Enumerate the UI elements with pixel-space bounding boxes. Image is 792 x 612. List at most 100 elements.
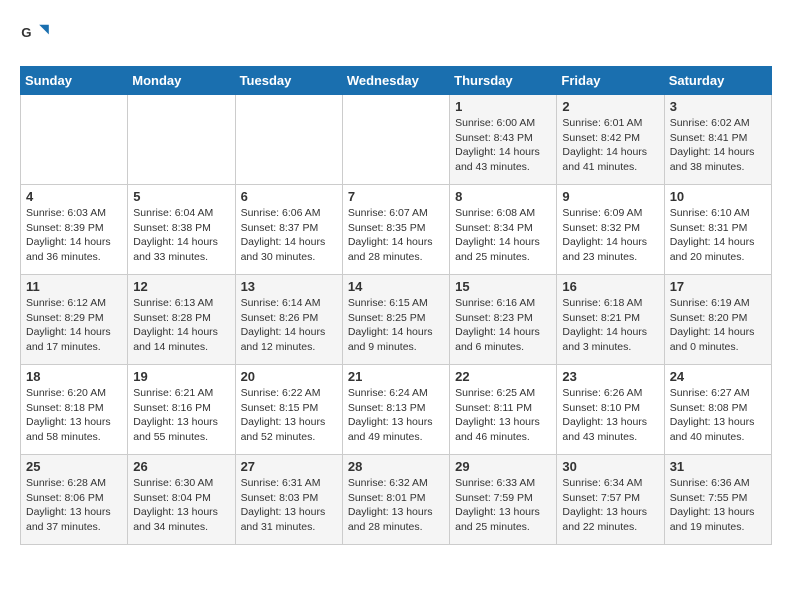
calendar-cell: 10 Sunrise: 6:10 AM Sunset: 8:31 PM Dayli… (664, 185, 771, 275)
header-day: Thursday (450, 67, 557, 95)
day-number: 27 (241, 459, 337, 474)
cell-content: Sunrise: 6:30 AM Sunset: 8:04 PM Dayligh… (133, 476, 229, 535)
cell-content: Sunrise: 6:01 AM Sunset: 8:42 PM Dayligh… (562, 116, 658, 175)
header-day: Monday (128, 67, 235, 95)
cell-content: Sunrise: 6:22 AM Sunset: 8:15 PM Dayligh… (241, 386, 337, 445)
calendar-cell: 23Sunrise: 6:26 AM Sunset: 8:10 PM Dayli… (557, 365, 664, 455)
cell-content: Sunrise: 6:33 AM Sunset: 7:59 PM Dayligh… (455, 476, 551, 535)
cell-content: Sunrise: 6:28 AM Sunset: 8:06 PM Dayligh… (26, 476, 122, 535)
calendar-cell: 18 Sunrise: 6:20 AM Sunset: 8:18 PM Dayli… (21, 365, 128, 455)
cell-content: Sunrise: 6:31 AM Sunset: 8:03 PM Dayligh… (241, 476, 337, 535)
calendar-cell: 8 Sunrise: 6:08 AM Sunset: 8:34 PM Daylig… (450, 185, 557, 275)
day-number: 23 (562, 369, 658, 384)
day-number: 24 (670, 369, 766, 384)
calendar-cell (128, 95, 235, 185)
day-number: 12 (133, 279, 229, 294)
calendar-cell: 17 Sunrise: 6:19 AM Sunset: 8:20 PM Dayli… (664, 275, 771, 365)
calendar-cell (21, 95, 128, 185)
cell-content: Sunrise: 6:36 AM Sunset: 7:55 PM Dayligh… (670, 476, 766, 535)
calendar-cell: 30 Sunrise: 6:34 AM Sunset: 7:57 PM Dayli… (557, 455, 664, 545)
day-number: 19 (133, 369, 229, 384)
calendar-week-row: 1 Sunrise: 6:00 AM Sunset: 8:43 PM Daylig… (21, 95, 772, 185)
header-day: Wednesday (342, 67, 449, 95)
header-day: Sunday (21, 67, 128, 95)
calendar-cell: 24 Sunrise: 6:27 AM Sunset: 8:08 PM Dayli… (664, 365, 771, 455)
calendar-cell: 7 Sunrise: 6:07 AM Sunset: 8:35 PM Daylig… (342, 185, 449, 275)
cell-content: Sunrise: 6:25 AM Sunset: 8:11 PM Dayligh… (455, 386, 551, 445)
cell-content: Sunrise: 6:20 AM Sunset: 8:18 PM Dayligh… (26, 386, 122, 445)
calendar-cell: 20 Sunrise: 6:22 AM Sunset: 8:15 PM Dayli… (235, 365, 342, 455)
cell-content: Sunrise: 6:34 AM Sunset: 7:57 PM Dayligh… (562, 476, 658, 535)
cell-content: Sunrise: 6:07 AM Sunset: 8:35 PM Dayligh… (348, 206, 444, 265)
cell-content: Sunrise: 6:09 AM Sunset: 8:32 PM Dayligh… (562, 206, 658, 265)
cell-content: Sunrise: 6:14 AM Sunset: 8:26 PM Dayligh… (241, 296, 337, 355)
header-day: Friday (557, 67, 664, 95)
header: G (20, 20, 772, 50)
calendar: SundayMondayTuesdayWednesdayThursdayFrid… (20, 66, 772, 545)
calendar-cell: 3 Sunrise: 6:02 AM Sunset: 8:41 PM Daylig… (664, 95, 771, 185)
cell-content: Sunrise: 6:18 AM Sunset: 8:21 PM Dayligh… (562, 296, 658, 355)
calendar-cell: 21 Sunrise: 6:24 AM Sunset: 8:13 PM Dayli… (342, 365, 449, 455)
day-number: 30 (562, 459, 658, 474)
header-row: SundayMondayTuesdayWednesdayThursdayFrid… (21, 67, 772, 95)
day-number: 3 (670, 99, 766, 114)
header-day: Saturday (664, 67, 771, 95)
calendar-cell (235, 95, 342, 185)
calendar-cell: 19 Sunrise: 6:21 AM Sunset: 8:16 PM Dayli… (128, 365, 235, 455)
cell-content: Sunrise: 6:04 AM Sunset: 8:38 PM Dayligh… (133, 206, 229, 265)
day-number: 28 (348, 459, 444, 474)
day-number: 9 (562, 189, 658, 204)
calendar-cell: 14Sunrise: 6:15 AM Sunset: 8:25 PM Dayli… (342, 275, 449, 365)
day-number: 5 (133, 189, 229, 204)
cell-content: Sunrise: 6:02 AM Sunset: 8:41 PM Dayligh… (670, 116, 766, 175)
calendar-cell: 1 Sunrise: 6:00 AM Sunset: 8:43 PM Daylig… (450, 95, 557, 185)
cell-content: Sunrise: 6:15 AM Sunset: 8:25 PM Dayligh… (348, 296, 444, 355)
day-number: 6 (241, 189, 337, 204)
logo: G (20, 20, 52, 50)
cell-content: Sunrise: 6:00 AM Sunset: 8:43 PM Dayligh… (455, 116, 551, 175)
calendar-cell: 2 Sunrise: 6:01 AM Sunset: 8:42 PM Daylig… (557, 95, 664, 185)
day-number: 20 (241, 369, 337, 384)
cell-content: Sunrise: 6:06 AM Sunset: 8:37 PM Dayligh… (241, 206, 337, 265)
calendar-week-row: 4 Sunrise: 6:03 AM Sunset: 8:39 PM Daylig… (21, 185, 772, 275)
cell-content: Sunrise: 6:24 AM Sunset: 8:13 PM Dayligh… (348, 386, 444, 445)
svg-text:G: G (21, 25, 31, 40)
cell-content: Sunrise: 6:27 AM Sunset: 8:08 PM Dayligh… (670, 386, 766, 445)
day-number: 25 (26, 459, 122, 474)
calendar-cell: 13Sunrise: 6:14 AM Sunset: 8:26 PM Dayli… (235, 275, 342, 365)
cell-content: Sunrise: 6:03 AM Sunset: 8:39 PM Dayligh… (26, 206, 122, 265)
calendar-cell: 27 Sunrise: 6:31 AM Sunset: 8:03 PM Dayli… (235, 455, 342, 545)
day-number: 26 (133, 459, 229, 474)
calendar-week-row: 18 Sunrise: 6:20 AM Sunset: 8:18 PM Dayli… (21, 365, 772, 455)
calendar-cell: 5 Sunrise: 6:04 AM Sunset: 8:38 PM Daylig… (128, 185, 235, 275)
day-number: 22 (455, 369, 551, 384)
day-number: 1 (455, 99, 551, 114)
day-number: 4 (26, 189, 122, 204)
calendar-week-row: 11Sunrise: 6:12 AM Sunset: 8:29 PM Dayli… (21, 275, 772, 365)
cell-content: Sunrise: 6:32 AM Sunset: 8:01 PM Dayligh… (348, 476, 444, 535)
calendar-cell: 29 Sunrise: 6:33 AM Sunset: 7:59 PM Dayli… (450, 455, 557, 545)
day-number: 17 (670, 279, 766, 294)
calendar-cell: 28 Sunrise: 6:32 AM Sunset: 8:01 PM Dayli… (342, 455, 449, 545)
day-number: 31 (670, 459, 766, 474)
calendar-cell: 4 Sunrise: 6:03 AM Sunset: 8:39 PM Daylig… (21, 185, 128, 275)
day-number: 21 (348, 369, 444, 384)
day-number: 2 (562, 99, 658, 114)
day-number: 15 (455, 279, 551, 294)
day-number: 7 (348, 189, 444, 204)
day-number: 8 (455, 189, 551, 204)
cell-content: Sunrise: 6:21 AM Sunset: 8:16 PM Dayligh… (133, 386, 229, 445)
calendar-cell: 26 Sunrise: 6:30 AM Sunset: 8:04 PM Dayli… (128, 455, 235, 545)
calendar-cell: 25 Sunrise: 6:28 AM Sunset: 8:06 PM Dayli… (21, 455, 128, 545)
day-number: 18 (26, 369, 122, 384)
calendar-cell: 22 Sunrise: 6:25 AM Sunset: 8:11 PM Dayli… (450, 365, 557, 455)
calendar-cell: 15Sunrise: 6:16 AM Sunset: 8:23 PM Dayli… (450, 275, 557, 365)
calendar-cell: 12Sunrise: 6:13 AM Sunset: 8:28 PM Dayli… (128, 275, 235, 365)
header-day: Tuesday (235, 67, 342, 95)
cell-content: Sunrise: 6:10 AM Sunset: 8:31 PM Dayligh… (670, 206, 766, 265)
cell-content: Sunrise: 6:08 AM Sunset: 8:34 PM Dayligh… (455, 206, 551, 265)
day-number: 29 (455, 459, 551, 474)
day-number: 10 (670, 189, 766, 204)
logo-icon: G (20, 20, 50, 50)
cell-content: Sunrise: 6:19 AM Sunset: 8:20 PM Dayligh… (670, 296, 766, 355)
